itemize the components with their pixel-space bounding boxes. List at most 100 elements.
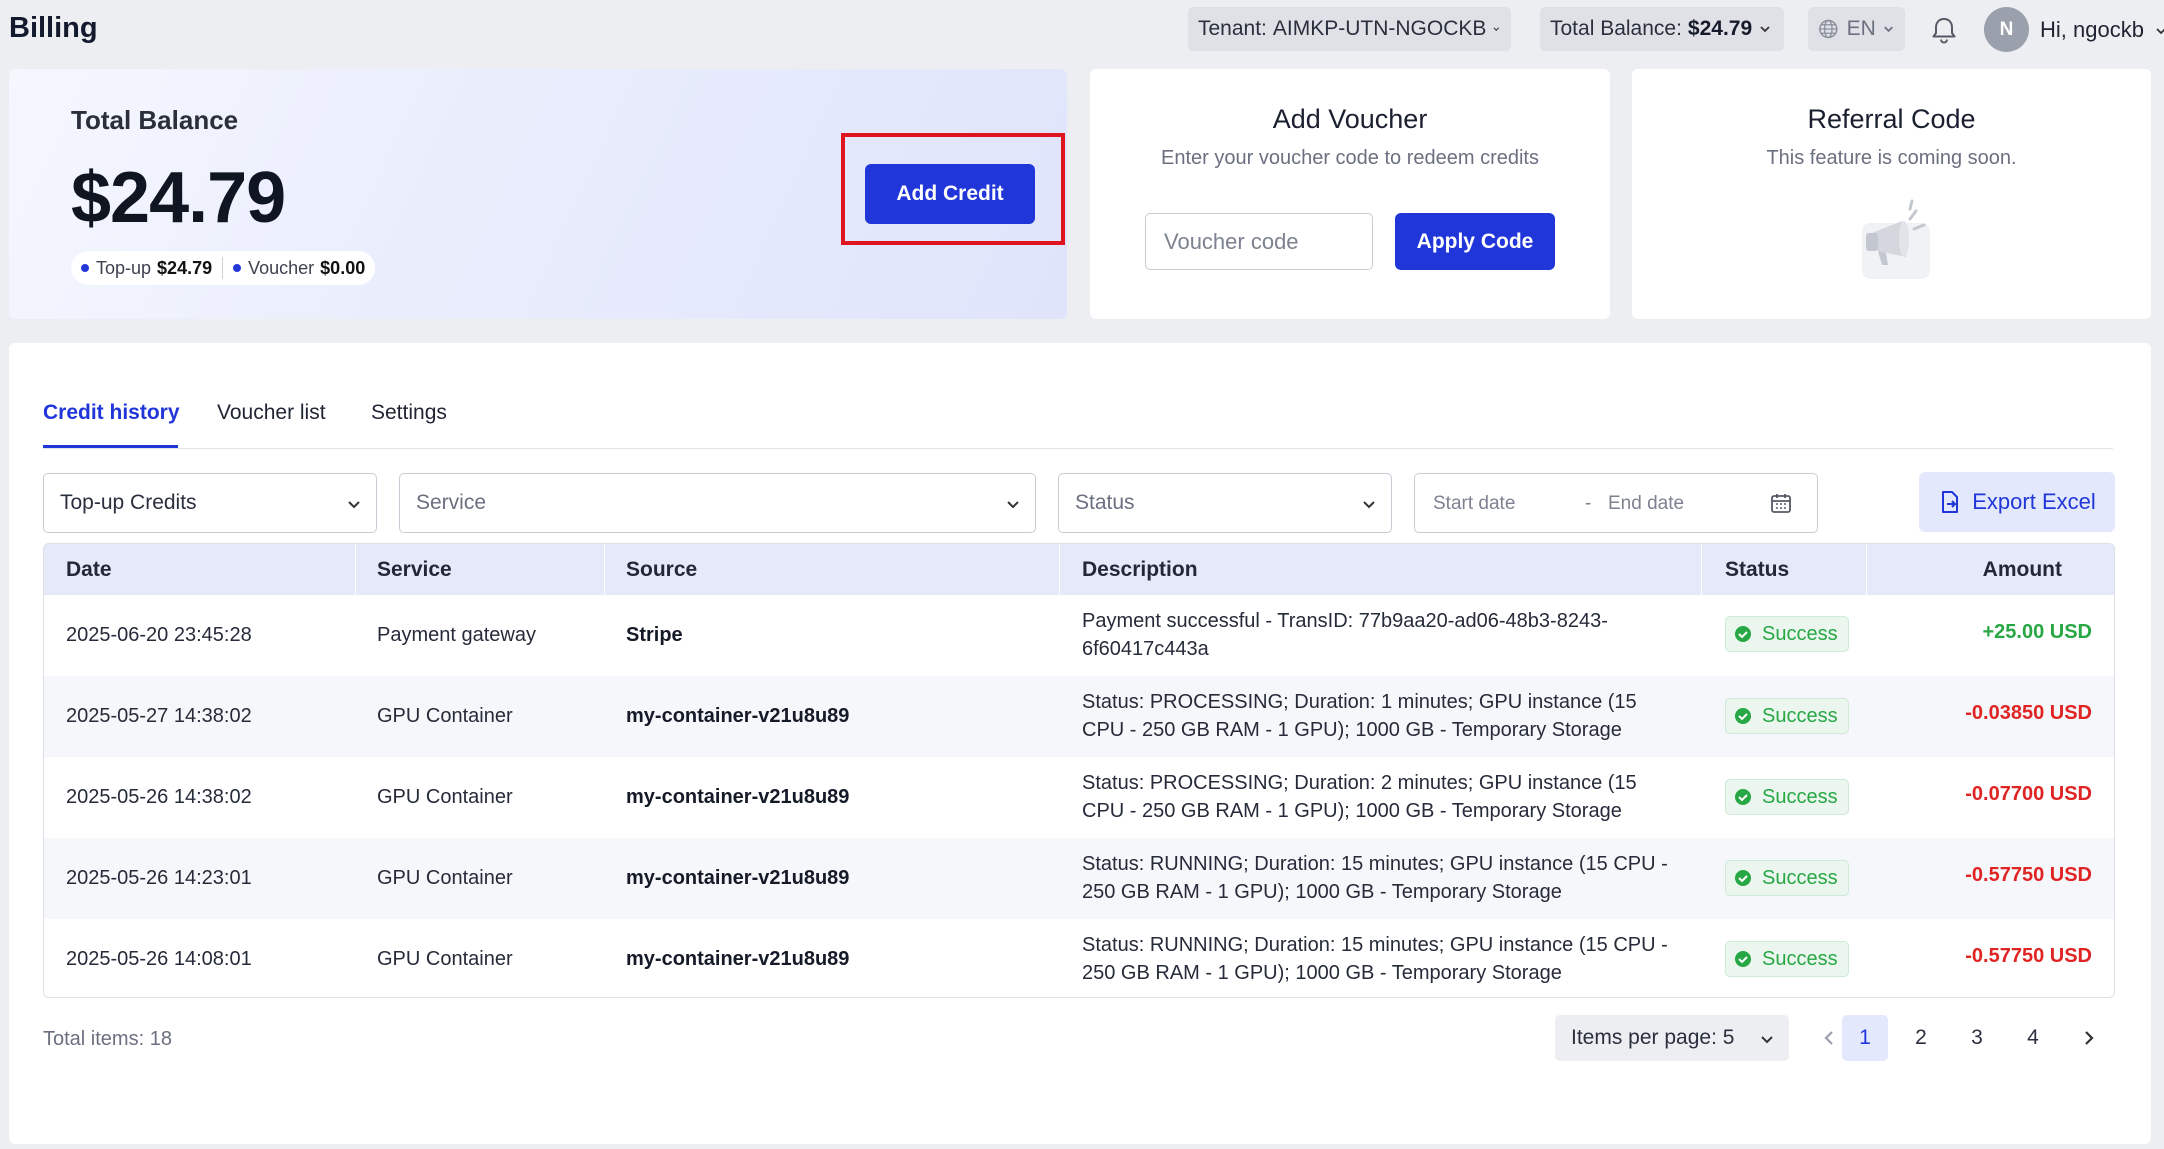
bell-icon[interactable] [1928, 14, 1960, 46]
table-row[interactable]: 2025-05-26 14:38:02 GPU Container my-con… [44, 757, 2114, 838]
tab-settings[interactable]: Settings [371, 401, 447, 425]
row-service: Payment gateway [377, 624, 536, 646]
topup-value: $24.79 [157, 257, 213, 278]
date-range-picker[interactable]: Start date - End date [1414, 473, 1818, 533]
tenant-label: Tenant: [1198, 17, 1267, 40]
service-select[interactable]: Service [399, 473, 1036, 533]
row-source: my-container-v21u8u89 [626, 948, 850, 970]
row-description: Status: PROCESSING; Duration: 1 minutes;… [1082, 688, 1702, 744]
table-row[interactable]: 2025-05-26 14:08:01 GPU Container my-con… [44, 919, 2114, 997]
chevron-left-icon [1824, 1031, 1833, 1045]
page-button-1[interactable]: 1 [1842, 1015, 1888, 1061]
page-title: Billing [9, 12, 98, 44]
chevron-down-icon [1761, 1036, 1773, 1044]
column-header-service: Service [377, 558, 452, 581]
status-badge: Success [1725, 698, 1849, 734]
export-excel-button[interactable]: Export Excel [1919, 472, 2115, 532]
column-divider [1866, 544, 1867, 595]
row-description: Status: RUNNING; Duration: 15 minutes; G… [1082, 850, 1702, 906]
row-date: 2025-05-26 14:38:02 [66, 786, 252, 808]
end-date-field[interactable]: End date [1608, 493, 1684, 515]
tenant-selector[interactable]: Tenant: AIMKP-UTN-NGOCKB [1188, 7, 1511, 51]
chevron-down-icon [348, 501, 360, 509]
start-date-field[interactable]: Start date [1433, 493, 1515, 515]
per-page-value: Items per page: 5 [1571, 1026, 1735, 1049]
column-header-amount: Amount [1982, 558, 2062, 581]
check-circle-icon [1735, 870, 1751, 886]
language-selector[interactable]: EN [1808, 7, 1905, 51]
table-row[interactable]: 2025-05-26 14:23:01 GPU Container my-con… [44, 838, 2114, 919]
greeting-text: Hi, ngockb [2040, 17, 2144, 42]
apply-code-button[interactable]: Apply Code [1395, 213, 1555, 270]
top-bar: Billing Tenant: AIMKP-UTN-NGOCKB Total B… [0, 0, 2164, 60]
row-service: GPU Container [377, 948, 513, 970]
row-source: my-container-v21u8u89 [626, 786, 850, 808]
page-button-2[interactable]: 2 [1898, 1015, 1944, 1061]
description-line: Status: PROCESSING; Duration: 1 minutes;… [1082, 691, 1637, 713]
language-value: EN [1846, 17, 1876, 40]
voucher-code-input[interactable] [1145, 213, 1373, 270]
description-line: Status: RUNNING; Duration: 15 minutes; G… [1082, 853, 1668, 875]
table-row[interactable]: 2025-06-20 23:45:28 Payment gateway Stri… [44, 595, 2114, 676]
row-source: my-container-v21u8u89 [626, 867, 850, 889]
user-menu[interactable]: Hi, ngockb [2040, 17, 2164, 43]
credit-history-panel: Credit history Voucher list Settings Top… [9, 343, 2151, 1144]
items-per-page-select[interactable]: Items per page: 5 [1555, 1015, 1789, 1061]
status-select[interactable]: Status [1058, 473, 1392, 533]
status-text: Success [1762, 622, 1838, 645]
add-credit-button[interactable]: Add Credit [865, 164, 1035, 224]
page-button-3[interactable]: 3 [1954, 1015, 2000, 1061]
megaphone-icon [1862, 199, 1930, 279]
credit-type-value: Top-up Credits [60, 491, 197, 514]
chevron-down-icon [1884, 26, 1893, 33]
row-source: my-container-v21u8u89 [626, 705, 850, 727]
check-circle-icon [1735, 789, 1751, 805]
tab-voucher-list[interactable]: Voucher list [217, 401, 326, 425]
status-text: Success [1762, 947, 1838, 970]
chevron-down-icon [1363, 501, 1375, 509]
export-label: Export Excel [1972, 489, 2096, 514]
row-service: GPU Container [377, 867, 513, 889]
voucher-value: $0.00 [320, 257, 366, 278]
row-date: 2025-05-26 14:08:01 [66, 948, 252, 970]
description-line: CPU - 250 GB RAM - 1 GPU); 1000 GB - Tem… [1082, 800, 1622, 822]
description-line: 250 GB RAM - 1 GPU); 1000 GB - Temporary… [1082, 962, 1562, 984]
row-description: Status: PROCESSING; Duration: 2 minutes;… [1082, 769, 1702, 825]
export-icon [1942, 491, 1959, 513]
description-line: Payment successful - TransID: 77b9aa20-a… [1082, 610, 1608, 632]
row-description: Payment successful - TransID: 77b9aa20-a… [1082, 607, 1702, 663]
page-button-4[interactable]: 4 [2010, 1015, 2056, 1061]
column-header-description: Description [1082, 558, 1198, 581]
row-amount: -0.57750 USD [1965, 945, 2092, 967]
chevron-down-icon [1760, 26, 1770, 33]
balance-card-title: Total Balance [71, 105, 239, 135]
balance-value: $24.79 [1687, 17, 1753, 40]
voucher-card-subtitle: Enter your voucher code to redeem credit… [1161, 147, 1539, 169]
row-date: 2025-05-26 14:23:01 [66, 867, 252, 889]
table-row[interactable]: 2025-05-27 14:38:02 GPU Container my-con… [44, 676, 2114, 757]
status-text: Success [1762, 866, 1838, 889]
globe-icon [1819, 19, 1838, 39]
chevron-right-icon [2085, 1031, 2094, 1045]
description-line: 250 GB RAM - 1 GPU); 1000 GB - Temporary… [1082, 881, 1562, 903]
column-divider [1701, 544, 1702, 595]
avatar[interactable]: N [1984, 7, 2029, 52]
total-balance-dropdown[interactable]: Total Balance: $24.79 [1540, 7, 1784, 51]
tab-credit-history[interactable]: Credit history [43, 401, 180, 425]
credit-type-select[interactable]: Top-up Credits [43, 473, 377, 533]
referral-card-title: Referral Code [1807, 104, 1976, 134]
column-header-status: Status [1725, 558, 1790, 581]
column-divider [1059, 544, 1060, 595]
row-amount: -0.57750 USD [1965, 864, 2092, 886]
total-balance-card: Total Balance $24.79 Top-up $24.79 Vouch… [9, 69, 1067, 319]
voucher-card-title: Add Voucher [1272, 104, 1428, 134]
row-amount: +25.00 USD [1982, 621, 2092, 643]
row-service: GPU Container [377, 786, 513, 808]
description-line: Status: PROCESSING; Duration: 2 minutes;… [1082, 772, 1637, 794]
chevron-down-icon [1493, 27, 1500, 32]
next-page-button[interactable] [2066, 1015, 2112, 1061]
status-badge: Success [1725, 860, 1849, 896]
topup-dot [81, 264, 89, 272]
row-description: Status: RUNNING; Duration: 15 minutes; G… [1082, 931, 1702, 987]
description-line: Status: RUNNING; Duration: 15 minutes; G… [1082, 934, 1668, 956]
